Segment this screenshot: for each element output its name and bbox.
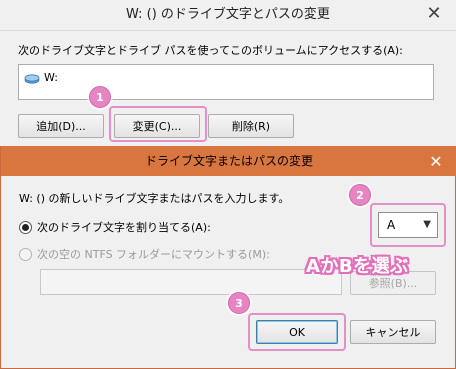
cancel-button[interactable]: キャンセル (350, 320, 436, 344)
assign-letter-option[interactable]: 次のドライブ文字を割り当てる(A): (19, 219, 211, 235)
annotation-caption: AかBを選ぶ (306, 256, 409, 277)
drive-letter-value: A (387, 218, 396, 232)
chevron-down-icon: ▼ (423, 219, 431, 230)
inner-dialog-description: W: () の新しいドライブ文字またはパスを入力します。 (19, 192, 290, 205)
step-1-marker: 1 (89, 86, 111, 108)
drive-path-list[interactable]: W: (18, 64, 434, 100)
outer-dialog-description: 次のドライブ文字とドライブ パスを使ってこのボリュームにアクセスする(A): (18, 44, 403, 57)
mount-folder-label: 次の空の NTFS フォルダーにマウントする(M): (37, 248, 270, 261)
mount-folder-option[interactable]: 次の空の NTFS フォルダーにマウントする(M): (19, 246, 270, 262)
inner-dialog-title: ドライブ文字またはパスの変更 (1, 146, 456, 176)
drive-letter-select[interactable]: A ▼ (378, 212, 438, 238)
drive-item-label: W: (44, 71, 58, 84)
ok-button[interactable]: OK (256, 320, 338, 344)
mount-folder-radio[interactable] (19, 247, 32, 261)
step-3-marker: 3 (228, 292, 250, 314)
delete-button[interactable]: 削除(R) (208, 114, 294, 138)
drive-icon (24, 72, 40, 84)
add-button[interactable]: 追加(D)... (18, 114, 104, 138)
drive-list-item[interactable]: W: (24, 71, 58, 84)
inner-close-icon[interactable]: ✕ (425, 151, 447, 171)
mount-path-input[interactable] (40, 269, 342, 295)
step-2-marker: 2 (349, 184, 371, 206)
outer-dialog-title: W: () のドライブ文字とパスの変更 (0, 0, 456, 30)
change-button[interactable]: 変更(C)... (114, 114, 200, 138)
outer-close-icon[interactable]: ✕ (420, 4, 448, 24)
assign-letter-label: 次のドライブ文字を割り当てる(A): (37, 221, 211, 234)
assign-letter-radio[interactable] (19, 220, 32, 234)
